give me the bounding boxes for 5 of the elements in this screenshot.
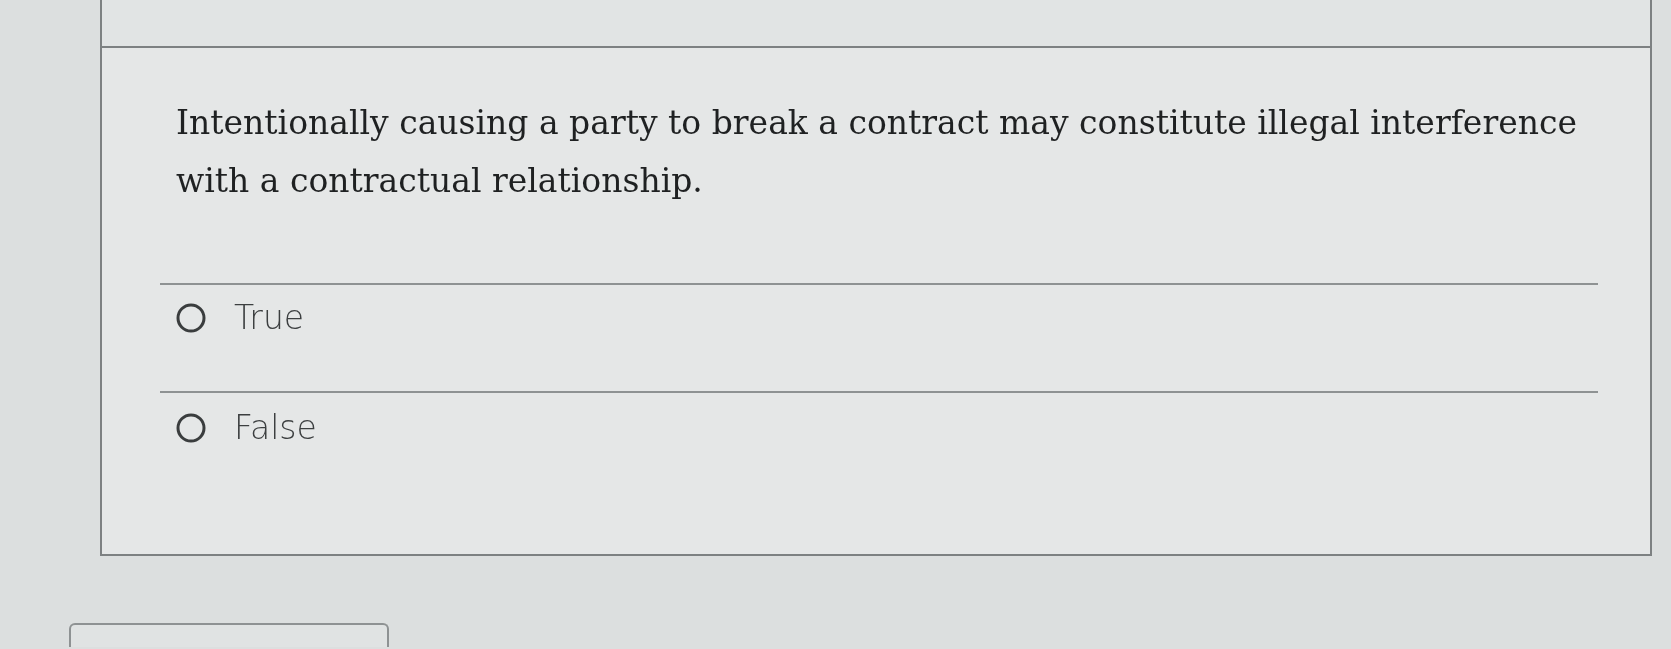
radio-button[interactable] (176, 303, 206, 333)
answer-label[interactable]: False (234, 408, 317, 448)
question-text: Intentionally causing a party to break a contract may constitute illegal interference with a contractual relationship. (176, 102, 1578, 202)
answer-label[interactable]: True (234, 298, 305, 338)
radio-button[interactable] (176, 413, 206, 443)
